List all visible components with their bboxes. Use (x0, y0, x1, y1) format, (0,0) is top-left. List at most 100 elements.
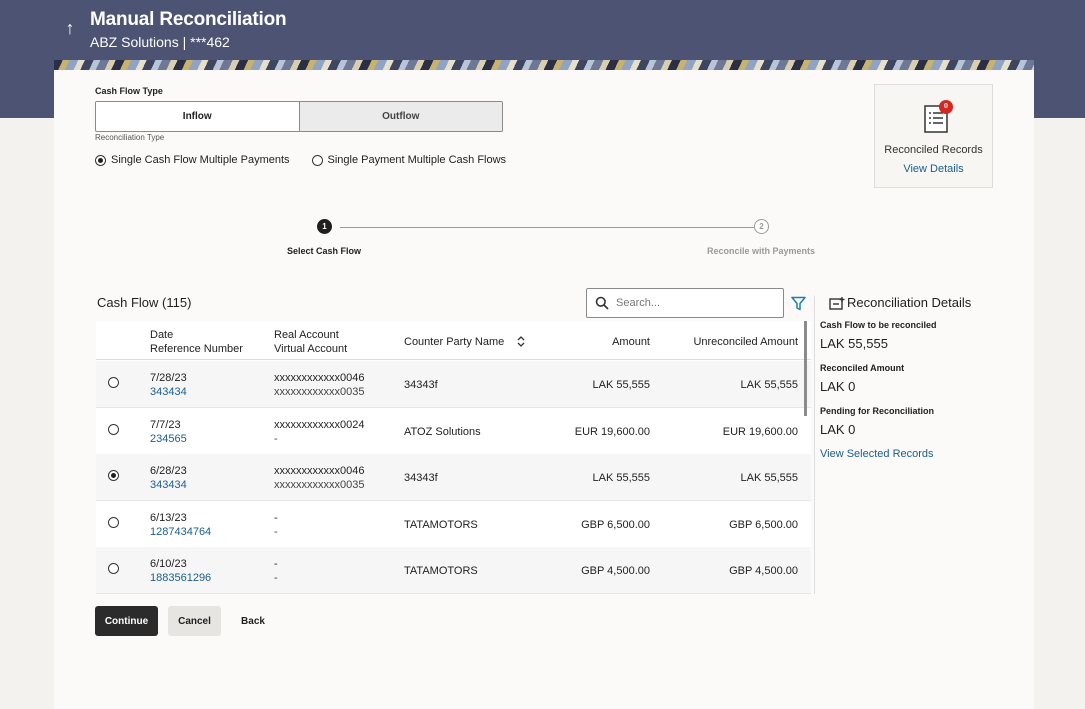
search-box (586, 288, 784, 318)
col-real-account: Real Account (274, 329, 339, 341)
col-amount: Amount (612, 336, 650, 348)
table-row[interactable]: 6/10/23 1883561296 - - TATAMOTORS GBP 4,500.0… (96, 547, 811, 594)
col-virtual-account: Virtual Account (274, 343, 348, 355)
reconciled-records-widget: 0 Reconciled Records View Details (874, 84, 993, 188)
row-select-radio[interactable] (108, 377, 119, 388)
single-payment-option[interactable]: Single Payment Multiple Cash Flows (311, 154, 507, 166)
table-row[interactable]: 7/7/23 234565 xxxxxxxxxxxx0024- ATOZ Soluti… (96, 408, 811, 455)
cell-real-account: xxxxxxxxxxxx0024 (274, 418, 365, 431)
table-row[interactable]: 6/28/23 343434 xxxxxxxxxxxx0046 xxxxxxxxxxx… (96, 454, 811, 502)
cell-real-account: xxxxxxxxxxxx0046 (274, 465, 365, 478)
reconciliation-type-label: Reconciliation Type (95, 133, 165, 142)
cell-amount: GBP 6,500.00 (581, 518, 650, 531)
cell-virtual-account: - (274, 525, 278, 538)
col-counter-party[interactable]: Counter Party Name (404, 335, 504, 349)
table-header: Date Reference Number Real Account Virtu… (96, 321, 811, 360)
inflow-button[interactable]: Inflow (96, 102, 299, 131)
cell-unreconciled: LAK 55,555 (740, 379, 799, 391)
view-selected-records-link[interactable]: View Selected Records (820, 448, 934, 460)
reconciliation-details-title: Reconciliation Details (847, 295, 972, 310)
step-1-label: Select Cash Flow (287, 246, 362, 256)
panel-divider (814, 296, 815, 594)
cell-date: 6/13/23 (150, 511, 187, 524)
row-select-radio[interactable] (108, 563, 119, 575)
decorative-ribbon (54, 60, 1034, 70)
step-1-indicator: 1 (317, 219, 332, 234)
cell-amount: EUR 19,600.00 (574, 425, 650, 438)
cell-amount: LAK 55,555 (592, 379, 651, 391)
option-label: Single Payment Multiple Cash Flows (327, 154, 507, 166)
reconciliation-type-options: Single Cash Flow Multiple Payments Singl… (95, 154, 506, 166)
cell-counter-party: TATAMOTORS (404, 565, 478, 578)
step-2-label: Reconcile with Payments (707, 246, 816, 256)
cell-virtual-account: xxxxxxxxxxxx0035 (274, 386, 365, 398)
cell-counter-party: ATOZ Solutions (404, 425, 481, 438)
filter-icon[interactable] (791, 296, 806, 311)
cell-real-account: xxxxxxxxxxxx0046 (274, 372, 365, 384)
cell-counter-party: 34343f (404, 379, 438, 391)
pending-label: Pending for Reconciliation (820, 406, 935, 416)
col-reference: Reference Number (150, 343, 243, 355)
cell-reference-link[interactable]: 234565 (150, 432, 187, 446)
count-badge: 0 (939, 100, 953, 114)
cash-flow-to-reconcile-label: Cash Flow to be reconciled (820, 320, 937, 330)
cash-flow-type-label: Cash Flow Type (95, 86, 163, 96)
cell-unreconciled: LAK 55,555 (740, 472, 799, 485)
cell-amount: LAK 55,555 (592, 472, 651, 485)
row-select-radio[interactable] (108, 470, 119, 482)
cell-amount: GBP 4,500.00 (581, 565, 650, 578)
cash-flow-table: Date Reference Number Real Account Virtu… (96, 321, 811, 594)
single-cash-flow-option[interactable]: Single Cash Flow Multiple Payments (95, 154, 290, 166)
col-unreconciled: Unreconciled Amount (693, 336, 798, 348)
row-select-radio[interactable] (108, 516, 119, 528)
page-subtitle: ABZ Solutions | ***462 (90, 34, 230, 50)
view-details-link[interactable]: View Details (875, 163, 992, 175)
sort-icon[interactable] (516, 335, 526, 348)
cell-real-account: - (274, 511, 278, 524)
row-select-radio[interactable] (108, 423, 119, 435)
outflow-button[interactable]: Outflow (298, 102, 502, 131)
cash-flow-title: Cash Flow (115) (97, 295, 192, 310)
radio-unselected-icon[interactable] (311, 154, 323, 166)
search-icon (595, 296, 609, 310)
table-scrollbar[interactable] (804, 321, 807, 416)
col-date: Date (150, 329, 174, 341)
cell-date: 6/28/23 (150, 465, 187, 478)
cell-unreconciled: EUR 19,600.00 (722, 425, 798, 438)
table-row[interactable]: 7/28/23 343434 xxxxxxxxxxxx0046 xxxxxxxxxxx… (96, 361, 811, 408)
cell-counter-party: TATAMOTORS (404, 518, 478, 531)
cell-real-account: - (274, 558, 278, 571)
cell-reference-link[interactable]: 1287434764 (150, 525, 211, 539)
cell-unreconciled: GBP 6,500.00 (729, 518, 798, 531)
cash-flow-to-reconcile-value: LAK 55,555 (820, 336, 888, 351)
cancel-button[interactable]: Cancel (168, 606, 221, 636)
cell-virtual-account: xxxxxxxxxxxx0035 (274, 479, 365, 492)
reconciliation-icon (829, 297, 845, 310)
cell-reference-link[interactable]: 343434 (150, 385, 187, 399)
reconciled-records-title: Reconciled Records (884, 144, 983, 156)
pending-value: LAK 0 (820, 422, 856, 437)
arrow-up-icon[interactable]: ↑ (62, 18, 78, 38)
cell-unreconciled: GBP 4,500.00 (729, 565, 798, 578)
cell-date: 7/7/23 (150, 418, 181, 431)
cell-date: 7/28/23 (150, 372, 187, 384)
radio-selected-icon[interactable] (95, 154, 106, 166)
step-2-indicator: 2 (754, 219, 769, 234)
cell-reference-link[interactable]: 1883561296 (150, 571, 211, 585)
cash-flow-type-toggle: Inflow Outflow (95, 101, 503, 132)
search-input[interactable] (616, 295, 776, 311)
reconciled-amount-label: Reconciled Amount (820, 363, 905, 373)
cell-virtual-account: - (274, 432, 278, 445)
cell-reference-link[interactable]: 343434 (150, 478, 187, 492)
option-label: Single Cash Flow Multiple Payments (111, 154, 290, 166)
back-button[interactable]: Back (233, 606, 273, 636)
table-row[interactable]: 6/13/23 1287434764 - - TATAMOTORS GBP 6,500.0… (96, 501, 811, 548)
reconciled-amount-value: LAK 0 (820, 379, 856, 394)
main-card: Cash Flow Type Inflow Outflow Reconcilia… (54, 70, 1034, 709)
continue-button[interactable]: Continue (95, 606, 158, 636)
cell-virtual-account: - (274, 572, 278, 585)
stepper-line (340, 227, 754, 228)
cell-date: 6/10/23 (150, 558, 187, 571)
cell-counter-party: 34343f (404, 472, 438, 485)
page-title: Manual Reconciliation (90, 9, 287, 30)
